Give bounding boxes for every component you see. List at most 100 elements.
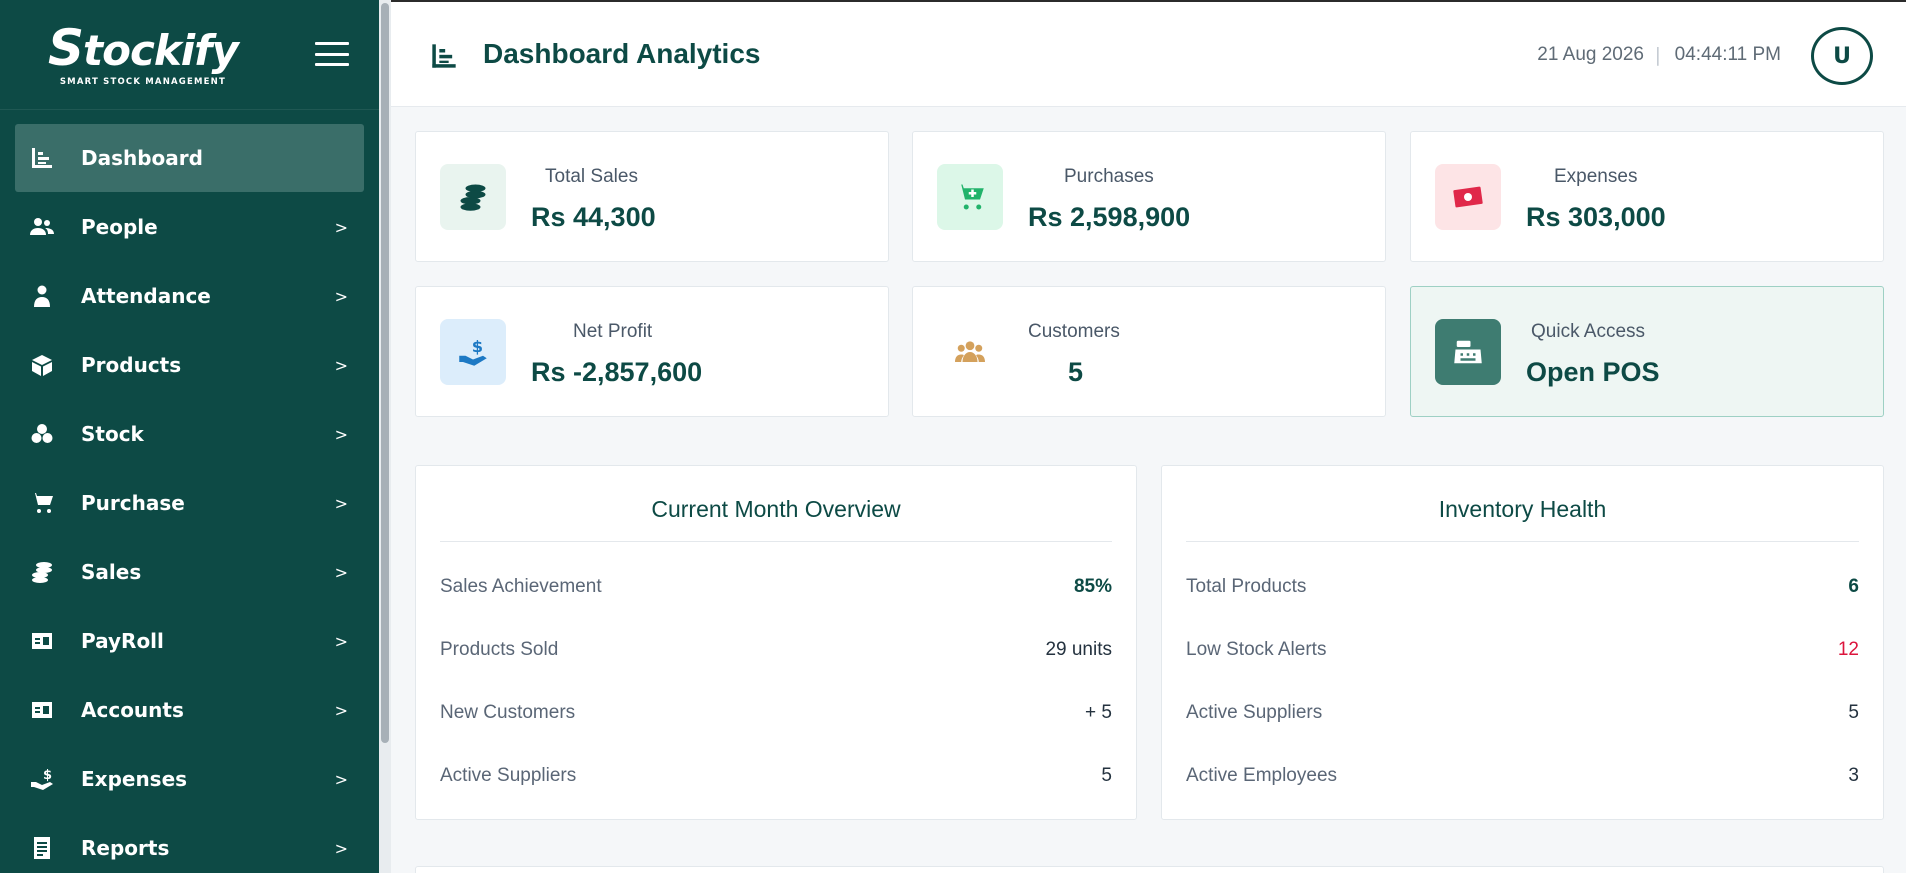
money-bill-icon <box>1435 164 1501 230</box>
inventory-row: Active Suppliers 5 <box>1186 702 1859 724</box>
divider <box>440 541 1112 542</box>
stock-icon <box>30 422 60 446</box>
users-icon <box>937 319 1003 385</box>
cash-register-icon <box>1435 319 1501 385</box>
open-pos-button[interactable]: Quick Access Open POS <box>1410 286 1884 417</box>
row-value: 5 <box>1848 702 1859 723</box>
chevron-right-icon: > <box>334 769 348 789</box>
sidebar-item-products[interactable]: Products > <box>15 331 364 399</box>
inventory-row: Total Products 6 <box>1186 576 1859 598</box>
chevron-right-icon: > <box>334 838 348 858</box>
sidebar-item-people[interactable]: People > <box>15 193 364 261</box>
header-time: 04:44:11 PM <box>1674 44 1781 65</box>
sidebar-item-payroll[interactable]: PayRoll > <box>15 607 364 675</box>
inventory-health-panel: Inventory Health Total Products 6 Low Sto… <box>1161 465 1884 820</box>
sidebar-item-label: Sales <box>81 560 142 584</box>
reports-icon <box>30 836 60 860</box>
chevron-right-icon: > <box>334 700 348 720</box>
inventory-row: Active Employees 3 <box>1186 765 1859 787</box>
menu-toggle-icon[interactable] <box>315 42 349 66</box>
user-avatar[interactable]: U <box>1811 27 1873 85</box>
payroll-icon <box>30 629 60 653</box>
row-label: Low Stock Alerts <box>1186 639 1327 660</box>
chevron-right-icon: > <box>334 424 348 444</box>
net-profit-card: $ Net Profit Rs -2,857,600 <box>415 286 889 417</box>
brand-name: Stockify <box>48 18 239 77</box>
chevron-right-icon: > <box>334 493 348 513</box>
cart-icon <box>30 491 60 515</box>
header-separator: | <box>1654 44 1661 66</box>
stat-label: Purchases <box>1064 166 1154 187</box>
page-title: Dashboard Analytics <box>483 38 761 69</box>
sidebar-item-sales[interactable]: Sales > <box>15 538 364 606</box>
panel-title: Inventory Health <box>1438 496 1607 522</box>
svg-text:$: $ <box>43 768 52 783</box>
sidebar-item-dashboard[interactable]: Dashboard <box>15 124 364 192</box>
people-icon <box>30 215 60 239</box>
row-value: 85% <box>1073 576 1112 597</box>
panel-title: Current Month Overview <box>651 496 901 522</box>
row-value: 29 units <box>1045 639 1112 660</box>
stat-value: Rs 44,300 <box>531 202 656 232</box>
current-month-overview-panel: Current Month Overview Sales Achievement… <box>415 465 1137 820</box>
row-label: Active Suppliers <box>1186 702 1323 723</box>
header-date: 21 Aug 2026 <box>1537 44 1644 65</box>
sidebar-nav: Dashboard People > Attendance > Products… <box>0 110 379 873</box>
row-value: + 5 <box>1085 702 1112 723</box>
sidebar: Stockify SMART STOCK MANAGEMENT Dashboar… <box>0 0 379 873</box>
chevron-right-icon: > <box>334 217 348 237</box>
products-icon <box>30 353 60 377</box>
row-label: Sales Achievement <box>440 576 602 597</box>
row-label: Total Products <box>1186 576 1307 597</box>
svg-text:$: $ <box>472 337 483 356</box>
stat-value: Rs 2,598,900 <box>1028 202 1191 232</box>
sidebar-item-label: Accounts <box>81 698 184 722</box>
sidebar-item-accounts[interactable]: Accounts > <box>15 676 364 744</box>
sidebar-item-label: PayRoll <box>81 629 164 653</box>
stat-label: Total Sales <box>545 166 638 187</box>
cart-plus-icon <box>937 164 1003 230</box>
stat-label: Quick Access <box>1531 321 1646 342</box>
attendance-icon <box>30 284 60 308</box>
stat-label: Customers <box>1028 321 1120 342</box>
inventory-row: Low Stock Alerts 12 <box>1186 639 1859 661</box>
sidebar-item-label: People <box>81 215 158 239</box>
row-value: 5 <box>1101 765 1112 786</box>
low-stock-alert-count: 12 <box>1837 639 1859 660</box>
sidebar-item-label: Stock <box>81 422 144 446</box>
coins-icon <box>30 560 60 584</box>
expenses-icon: $ <box>30 767 60 791</box>
coins-icon <box>440 164 506 230</box>
sidebar-scrollbar[interactable] <box>379 0 391 873</box>
overview-row: New Customers + 5 <box>440 702 1112 724</box>
overview-row: Sales Achievement 85% <box>440 576 1112 598</box>
row-value: 3 <box>1848 765 1859 786</box>
row-label: Products Sold <box>440 639 559 660</box>
accounts-icon <box>30 698 60 722</box>
top-header: Dashboard Analytics 21 Aug 2026 | 04:44:… <box>391 0 1906 107</box>
dashboard-icon <box>429 42 459 74</box>
sidebar-item-stock[interactable]: Stock > <box>15 400 364 468</box>
hand-dollar-icon: $ <box>440 319 506 385</box>
stat-label: Expenses <box>1554 166 1638 187</box>
purchases-card: Purchases Rs 2,598,900 <box>912 131 1386 262</box>
sidebar-item-expenses[interactable]: $ Expenses > <box>15 745 364 813</box>
total-sales-card: Total Sales Rs 44,300 <box>415 131 889 262</box>
expenses-card: Expenses Rs 303,000 <box>1410 131 1884 262</box>
chevron-right-icon: > <box>334 355 348 375</box>
brand-logo[interactable]: Stockify SMART STOCK MANAGEMENT <box>48 18 239 87</box>
sidebar-item-attendance[interactable]: Attendance > <box>15 262 364 330</box>
row-label: Active Employees <box>1186 765 1338 786</box>
open-pos-label: Open POS <box>1526 357 1660 387</box>
divider <box>1186 541 1859 542</box>
customers-card: Customers 5 <box>912 286 1386 417</box>
stat-value: Rs 303,000 <box>1526 202 1666 232</box>
dashboard-icon <box>30 146 60 170</box>
row-value: 6 <box>1848 576 1859 597</box>
row-label: New Customers <box>440 702 576 723</box>
sidebar-item-reports[interactable]: Reports > <box>15 814 364 873</box>
sidebar-item-label: Purchase <box>81 491 185 515</box>
scrollbar-thumb[interactable] <box>381 3 389 743</box>
sidebar-item-label: Reports <box>81 836 170 860</box>
sidebar-item-purchase[interactable]: Purchase > <box>15 469 364 537</box>
